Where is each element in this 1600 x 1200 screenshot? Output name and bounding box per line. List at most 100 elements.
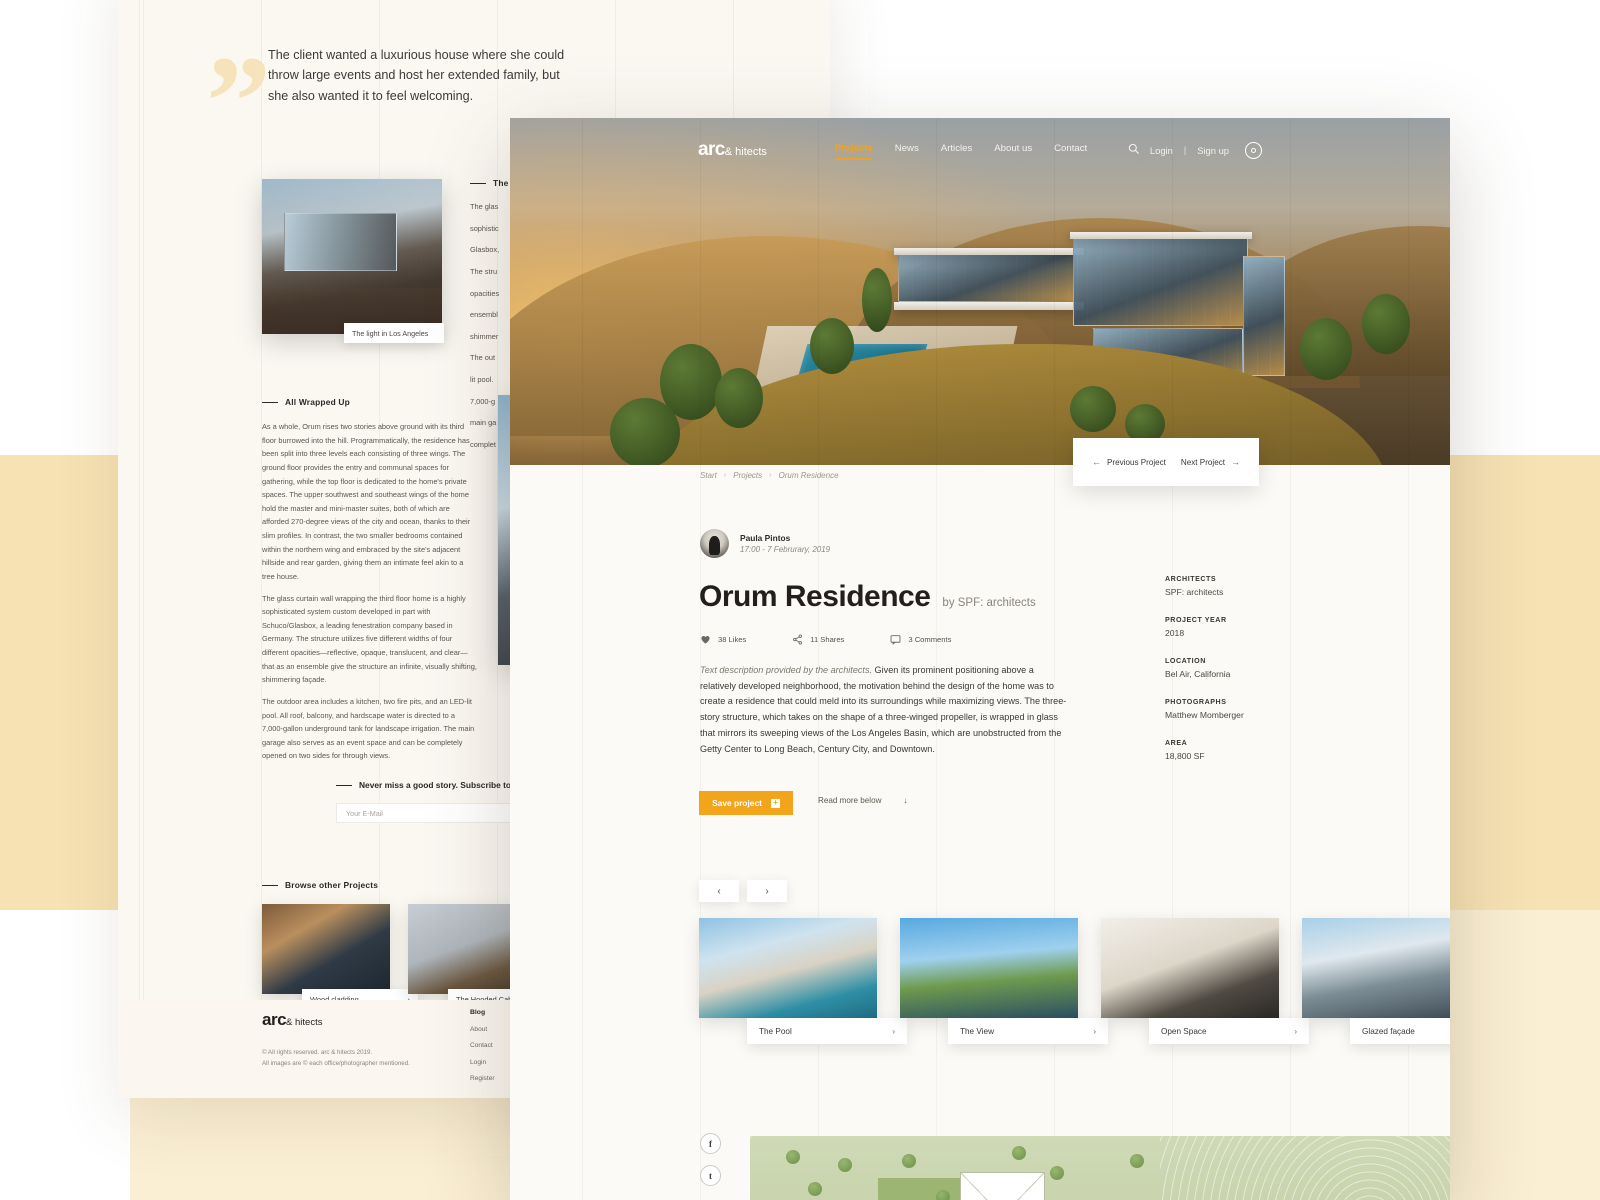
gallery-item[interactable]: Glazed façade › [1302, 918, 1450, 1044]
site-logo[interactable]: arc& hitects [698, 139, 767, 161]
meta-value: 2018 [1165, 628, 1185, 638]
gallery-carousel[interactable]: The Pool › The View › Open Space › Glaze… [699, 918, 1450, 1044]
caption-text: Open Space [1161, 1026, 1207, 1036]
map-tree [1050, 1166, 1064, 1180]
gallery-item[interactable]: The View › [900, 918, 1108, 1044]
copyright-line: © All rights reserved. arc & hitects 201… [262, 1049, 373, 1056]
engagement-stats: 38 Likes 11 Shares 3 Comments [700, 634, 951, 645]
nav-item-about-us[interactable]: About us [994, 143, 1032, 158]
meta-value: 18,800 SF [1165, 751, 1205, 761]
likes-stat[interactable]: 38 Likes [700, 634, 746, 645]
map-tree [1130, 1154, 1144, 1168]
pullquote: ” The client wanted a luxurious house wh… [206, 37, 568, 167]
chevron-right-icon: › [1093, 1026, 1096, 1036]
paragraph: The glass curtain wall wrapping the thir… [262, 593, 477, 685]
tree [715, 368, 763, 428]
twitter-icon[interactable]: t [700, 1165, 721, 1186]
description-body: Given its prominent positioning above a … [700, 665, 1067, 754]
nav-item-articles[interactable]: Articles [941, 143, 972, 158]
heading-rule [336, 784, 352, 786]
avatar[interactable] [700, 529, 729, 558]
heading-text: All Wrapped Up [285, 397, 350, 407]
nav-item-projects[interactable]: Projects [834, 143, 873, 160]
shrub [1070, 386, 1116, 432]
heading-text: Browse other Projects [285, 880, 379, 890]
heart-icon [700, 634, 711, 645]
meta-location: LOCATION Bel Air, California [1165, 657, 1335, 679]
house-glass-wing [898, 254, 1078, 302]
footer-link-about[interactable]: About [470, 1022, 495, 1038]
nav-right-actions: Login | Sign up [1128, 141, 1262, 159]
account-avatar-icon[interactable] [1245, 141, 1262, 159]
read-more-link[interactable]: Read more below ↓ [818, 796, 907, 805]
meta-label: LOCATION [1165, 657, 1206, 665]
site-plan-map[interactable]: + − [750, 1136, 1450, 1200]
meta-label: ARCHITECTS [1165, 575, 1217, 583]
comments-stat[interactable]: 3 Comments [890, 634, 951, 645]
gallery-image [900, 918, 1078, 1018]
gallery-caption[interactable]: The View › [948, 1018, 1108, 1044]
author-name: Paula Pintos [740, 533, 791, 543]
gallery-item[interactable]: The Pool › [699, 918, 907, 1044]
gallery-caption[interactable]: Glazed façade › [1350, 1018, 1450, 1044]
footer-link-contact[interactable]: Contact [470, 1038, 495, 1054]
logo-text: arc [698, 139, 725, 160]
map-tree [936, 1190, 950, 1200]
meta-label: PROJECT YEAR [1165, 616, 1227, 624]
footer-link-blog[interactable]: Blog [470, 1005, 495, 1022]
footer-link-register[interactable]: Register [470, 1071, 495, 1087]
map-tree [786, 1150, 800, 1164]
breadcrumb-separator: › [769, 472, 772, 479]
footer-logo[interactable]: arc& hitects [262, 1010, 322, 1030]
breadcrumb: Start › Projects › Orum Residence [700, 471, 839, 480]
nav-item-contact[interactable]: Contact [1054, 143, 1087, 158]
gallery-image [1302, 918, 1450, 1018]
page-byline: by SPF: architects [942, 597, 1036, 609]
shares-stat[interactable]: 11 Shares [792, 634, 844, 645]
footer-link-login[interactable]: Login [470, 1055, 495, 1071]
search-icon[interactable] [1128, 141, 1139, 159]
carousel-next-button[interactable]: › [747, 880, 787, 902]
carousel-controls: ‹ › [699, 880, 787, 902]
read-more-label: Read more below [818, 796, 882, 805]
meta-project-year: PROJECT YEAR 2018 [1165, 616, 1335, 638]
breadcrumb-item-start[interactable]: Start [700, 471, 717, 480]
meta-label: PHOTOGRAPHS [1165, 698, 1227, 706]
caption-text: Glazed façade [1362, 1026, 1415, 1036]
footer-copyright: © All rights reserved. arc & hitects 201… [262, 1048, 410, 1070]
next-project-link[interactable]: Next Project → [1181, 457, 1240, 467]
breadcrumb-item-current[interactable]: Orum Residence [779, 471, 839, 480]
gallery-caption[interactable]: The Pool › [747, 1018, 907, 1044]
comments-label: 3 Comments [908, 635, 952, 644]
project-pagination: ← Previous Project Next Project → [1073, 438, 1259, 486]
plus-box-icon: + [770, 798, 780, 808]
tree [862, 268, 892, 332]
signup-link[interactable]: Sign up [1197, 145, 1229, 156]
heading-rule [470, 182, 486, 184]
save-project-button[interactable]: Save project + [699, 791, 793, 815]
tree [610, 398, 680, 465]
chevron-right-icon: › [892, 1026, 895, 1036]
building-footprint [960, 1172, 1045, 1200]
meta-label: AREA [1165, 739, 1188, 747]
nav-item-news[interactable]: News [895, 143, 919, 158]
carousel-prev-button[interactable]: ‹ [699, 880, 739, 902]
background-white-left-block [0, 910, 130, 1200]
quote-mark-icon: ” [206, 30, 271, 174]
login-link[interactable]: Login [1150, 145, 1173, 156]
background-section-wrapped: All Wrapped Up As a whole, Orum rises tw… [262, 397, 477, 771]
footer-logo-text: arc [262, 1010, 287, 1029]
next-project-label: Next Project [1180, 457, 1225, 467]
author-timestamp: 17:00 - 7 Februrary, 2019 [740, 545, 831, 554]
background-hero-image [262, 179, 442, 334]
chevron-right-icon: › [1294, 1026, 1297, 1036]
tree [1362, 294, 1410, 354]
previous-project-link[interactable]: ← Previous Project [1092, 457, 1166, 467]
facebook-icon[interactable]: f [700, 1133, 721, 1154]
gallery-item[interactable]: Open Space › [1101, 918, 1309, 1044]
gallery-caption[interactable]: Open Space › [1149, 1018, 1309, 1044]
footer-logo-suffix: & hitects [286, 1017, 323, 1028]
breadcrumb-item-projects[interactable]: Projects [733, 471, 762, 480]
arrow-left-icon: ← [1092, 457, 1101, 467]
browse-card[interactable]: Wood cladding › [262, 904, 418, 1010]
